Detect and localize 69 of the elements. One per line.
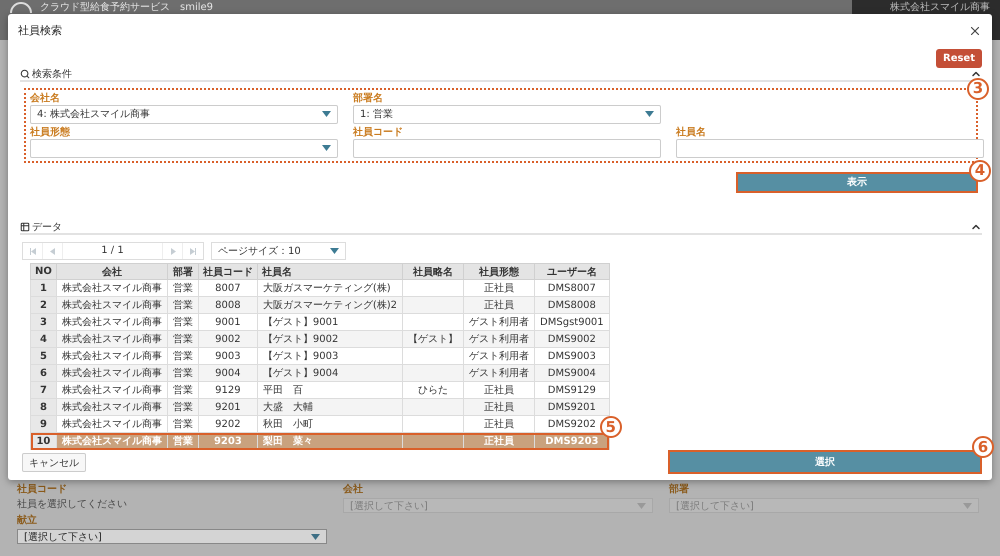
column-header: ユーザー名 <box>534 264 610 280</box>
select-field[interactable]: 4: 株式会社スマイル商事 <box>30 104 338 124</box>
caret-icon <box>322 145 331 152</box>
table-cell: 7 <box>30 382 56 398</box>
table-cell: 10 <box>30 432 56 450</box>
column-header: 社員形態 <box>464 264 535 280</box>
table-row[interactable]: 2 株式会社スマイル商事 営業 8008 大阪ガスマーケティング(株)2 正社員 DMS8008 <box>30 296 610 314</box>
table-row[interactable]: 10 株式会社スマイル商事 営業 9203 梨田 菜々 正社員 DMS9203 <box>30 432 610 450</box>
table-cell: 6 <box>30 364 56 382</box>
table-icon <box>20 222 30 232</box>
select-field[interactable] <box>30 138 338 158</box>
table-cell: 9 <box>30 416 56 432</box>
show-button[interactable]: 表示 <box>736 172 978 193</box>
caret-icon <box>322 111 331 118</box>
field-label: 会社名 <box>30 92 61 105</box>
column-header: 社員名 <box>257 264 403 280</box>
column-header: 社員コード <box>198 264 258 280</box>
table-cell: 5 <box>30 348 56 364</box>
cancel-button[interactable]: キャンセル <box>22 453 86 472</box>
table-cell: 1 <box>30 280 56 296</box>
column-header: 会社 <box>56 264 168 280</box>
section-title: 検索条件 <box>32 68 72 81</box>
table-cell: 8 <box>30 398 56 416</box>
field-label: 社員名 <box>676 126 707 139</box>
company-name: 株式会社スマイル商事 <box>890 2 990 13</box>
caret-icon <box>637 502 646 508</box>
logo-icon <box>10 2 32 13</box>
reset-button[interactable]: Reset <box>936 48 982 68</box>
dialog-title: 社員検索 <box>18 23 62 38</box>
table-row[interactable]: 8 株式会社スマイル商事 営業 9201 大盛 大輔 正社員 DMS9201 <box>30 398 610 416</box>
column-header: NO <box>30 264 56 280</box>
select-field[interactable]: 1: 営業 <box>353 104 661 124</box>
field-label: 献立 <box>17 515 38 527</box>
caret-icon <box>963 502 972 508</box>
first-page-icon <box>28 248 36 254</box>
caret-icon <box>330 248 339 254</box>
last-page-icon <box>189 248 197 254</box>
app-title: クラウド型給食予約サービス smile9 <box>40 2 214 13</box>
table-row[interactable]: 5 株式会社スマイル商事 営業 9003 【ゲスト】9003 ゲスト利用者 DMS9003 <box>30 348 610 364</box>
column-header: 社員略名 <box>402 264 464 280</box>
caret-icon <box>645 111 654 118</box>
field-label: 社員形態 <box>30 126 71 139</box>
previous-icon <box>48 248 56 254</box>
field-label: 社員コード <box>17 484 68 496</box>
page-size-select[interactable]: ページサイズ：10 <box>211 242 346 260</box>
table-cell: 3 <box>30 314 56 330</box>
field-label: 部署 <box>669 484 690 496</box>
table-row[interactable]: 6 株式会社スマイル商事 営業 9004 【ゲスト】9004 ゲスト利用者 DMS9004 <box>30 364 610 382</box>
field-label: 会社 <box>343 484 364 496</box>
next-icon <box>168 248 176 254</box>
search-icon <box>20 68 30 79</box>
input-field[interactable] <box>676 138 984 158</box>
table-cell: 4 <box>30 330 56 348</box>
caret-icon <box>311 534 320 540</box>
table-row[interactable]: 4 株式会社スマイル商事 営業 9002 【ゲスト】9002 【ゲスト】 ゲスト利用者 DMS9002 <box>30 330 610 348</box>
field-label: 社員コード <box>353 126 404 139</box>
table-row[interactable]: 1 株式会社スマイル商事 営業 8007 大阪ガスマーケティング(株) 正社員 DMS8007 <box>30 280 610 296</box>
callout-number: 6 <box>972 436 994 458</box>
hint-text: 社員を選択してください <box>17 498 128 512</box>
table-row[interactable]: 7 株式会社スマイル商事 営業 9129 平田 百 ひらた 正社員 DMS9129 <box>30 382 610 398</box>
table-cell: 2 <box>30 296 56 314</box>
field-label: 部署名 <box>353 92 384 105</box>
input-field[interactable] <box>353 138 661 158</box>
callout-number: 3 <box>967 78 989 100</box>
table-row[interactable]: 3 株式会社スマイル商事 営業 9001 【ゲスト】9001 ゲスト利用者 DMSgst9001 <box>30 314 610 330</box>
callout-number: 4 <box>969 160 991 182</box>
section-title: データ <box>32 221 62 234</box>
column-header: 部署 <box>167 264 198 280</box>
select-field[interactable]: [選択して下さい] <box>17 529 327 544</box>
